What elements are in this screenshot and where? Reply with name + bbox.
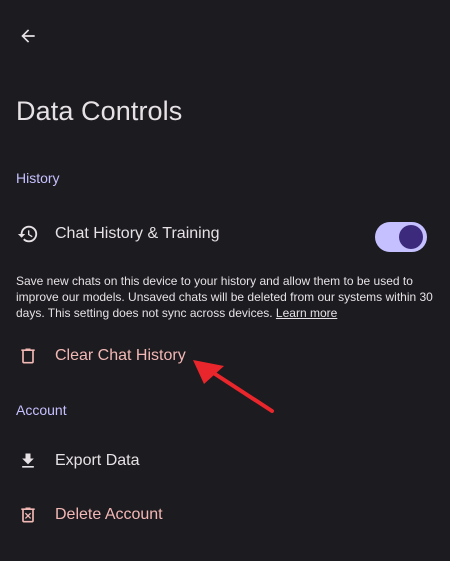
- chat-history-description: Save new chats on this device to your hi…: [16, 273, 436, 321]
- delete-account-label: Delete Account: [55, 506, 163, 523]
- trash-icon: [16, 344, 40, 368]
- download-icon: [16, 449, 40, 473]
- learn-more-link[interactable]: Learn more: [276, 306, 337, 320]
- chat-history-toggle[interactable]: [375, 222, 427, 252]
- section-header-account: Account: [16, 402, 67, 418]
- history-icon: [16, 222, 40, 246]
- chat-history-training-row[interactable]: Chat History & Training: [0, 210, 450, 258]
- section-header-history: History: [16, 170, 60, 186]
- toggle-thumb: [399, 225, 423, 249]
- clear-chat-history-label: Clear Chat History: [55, 347, 186, 364]
- back-button[interactable]: [12, 20, 44, 52]
- arrow-left-icon: [21, 29, 35, 43]
- chat-history-training-label: Chat History & Training: [55, 225, 220, 242]
- delete-account-icon: [16, 503, 40, 527]
- delete-account-row[interactable]: Delete Account: [0, 491, 450, 539]
- data-controls-screen: Data Controls History Chat History & Tra…: [0, 0, 450, 561]
- red-pointer-arrow-icon: [193, 360, 274, 413]
- page-title: Data Controls: [16, 96, 183, 126]
- export-data-label: Export Data: [55, 452, 140, 469]
- export-data-row[interactable]: Export Data: [0, 437, 450, 485]
- description-text: Save new chats on this device to your hi…: [16, 274, 433, 320]
